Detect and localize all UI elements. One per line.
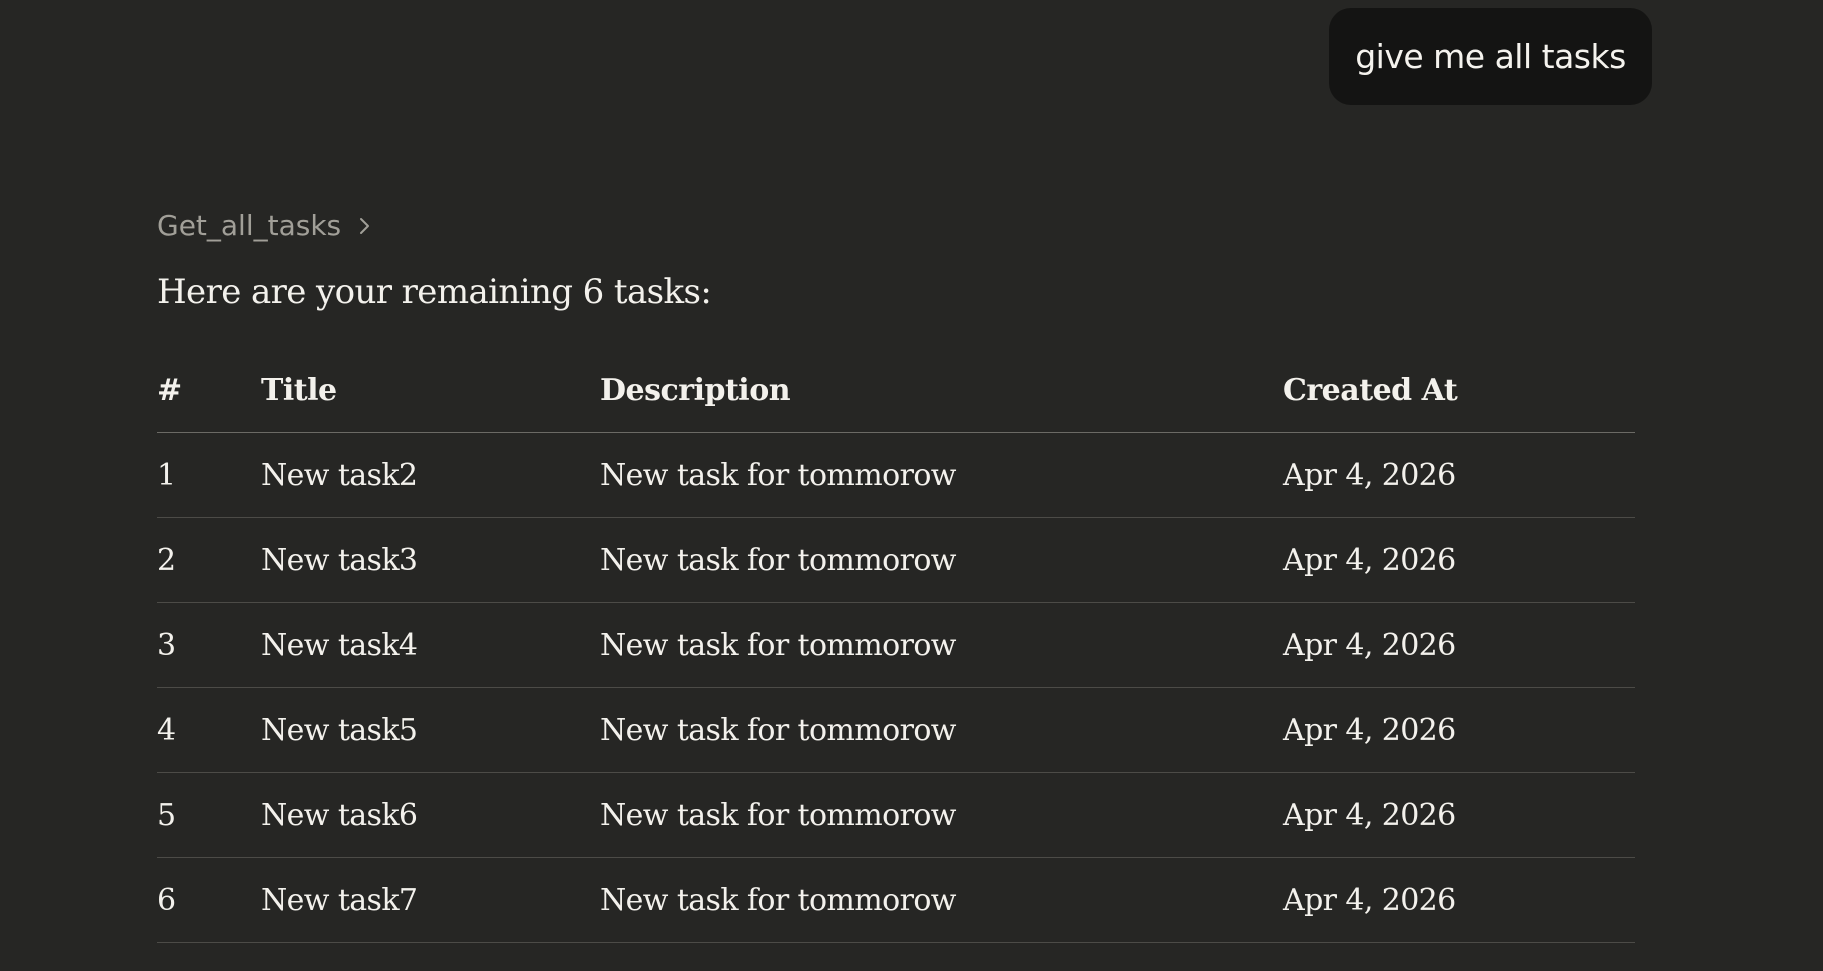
user-message-bubble: give me all tasks	[1329, 8, 1652, 105]
chevron-right-icon	[360, 217, 370, 234]
table-row: 3 New task4 New task for tommorow Apr 4,…	[157, 602, 1635, 688]
header-number: #	[157, 348, 261, 433]
cell-created-at: Apr 4, 2026	[1283, 517, 1635, 603]
cell-description: New task for tommorow	[600, 517, 1283, 603]
cell-created-at: Apr 4, 2026	[1283, 857, 1635, 943]
cell-title: New task3	[261, 517, 600, 603]
cell-title: New task7	[261, 857, 600, 943]
table-header-row: # Title Description Created At	[157, 348, 1635, 433]
table-row: 6 New task7 New task for tommorow Apr 4,…	[157, 857, 1635, 943]
cell-title: New task4	[261, 602, 600, 688]
header-description: Description	[600, 348, 1283, 433]
table-row: 4 New task5 New task for tommorow Apr 4,…	[157, 687, 1635, 773]
cell-description: New task for tommorow	[600, 602, 1283, 688]
header-title: Title	[261, 348, 600, 433]
cell-title: New task5	[261, 687, 600, 773]
tool-call-name: Get_all_tasks	[157, 209, 342, 242]
cell-created-at: Apr 4, 2026	[1283, 772, 1635, 858]
cell-number: 4	[157, 687, 261, 773]
cell-number: 6	[157, 857, 261, 943]
tasks-table: # Title Description Created At 1 New tas…	[157, 348, 1635, 943]
cell-number: 2	[157, 517, 261, 603]
cell-created-at: Apr 4, 2026	[1283, 687, 1635, 773]
cell-created-at: Apr 4, 2026	[1283, 432, 1635, 518]
header-created-at: Created At	[1283, 348, 1635, 433]
cell-number: 5	[157, 772, 261, 858]
table-row: 1 New task2 New task for tommorow Apr 4,…	[157, 432, 1635, 518]
assistant-summary-text: Here are your remaining 6 tasks:	[157, 272, 712, 312]
cell-description: New task for tommorow	[600, 857, 1283, 943]
cell-created-at: Apr 4, 2026	[1283, 602, 1635, 688]
cell-number: 1	[157, 432, 261, 518]
cell-description: New task for tommorow	[600, 432, 1283, 518]
cell-title: New task6	[261, 772, 600, 858]
table-row: 2 New task3 New task for tommorow Apr 4,…	[157, 517, 1635, 603]
cell-number: 3	[157, 602, 261, 688]
cell-description: New task for tommorow	[600, 687, 1283, 773]
cell-description: New task for tommorow	[600, 772, 1283, 858]
tool-call-toggle[interactable]: Get_all_tasks	[157, 209, 375, 242]
table-row: 5 New task6 New task for tommorow Apr 4,…	[157, 772, 1635, 858]
cell-title: New task2	[261, 432, 600, 518]
